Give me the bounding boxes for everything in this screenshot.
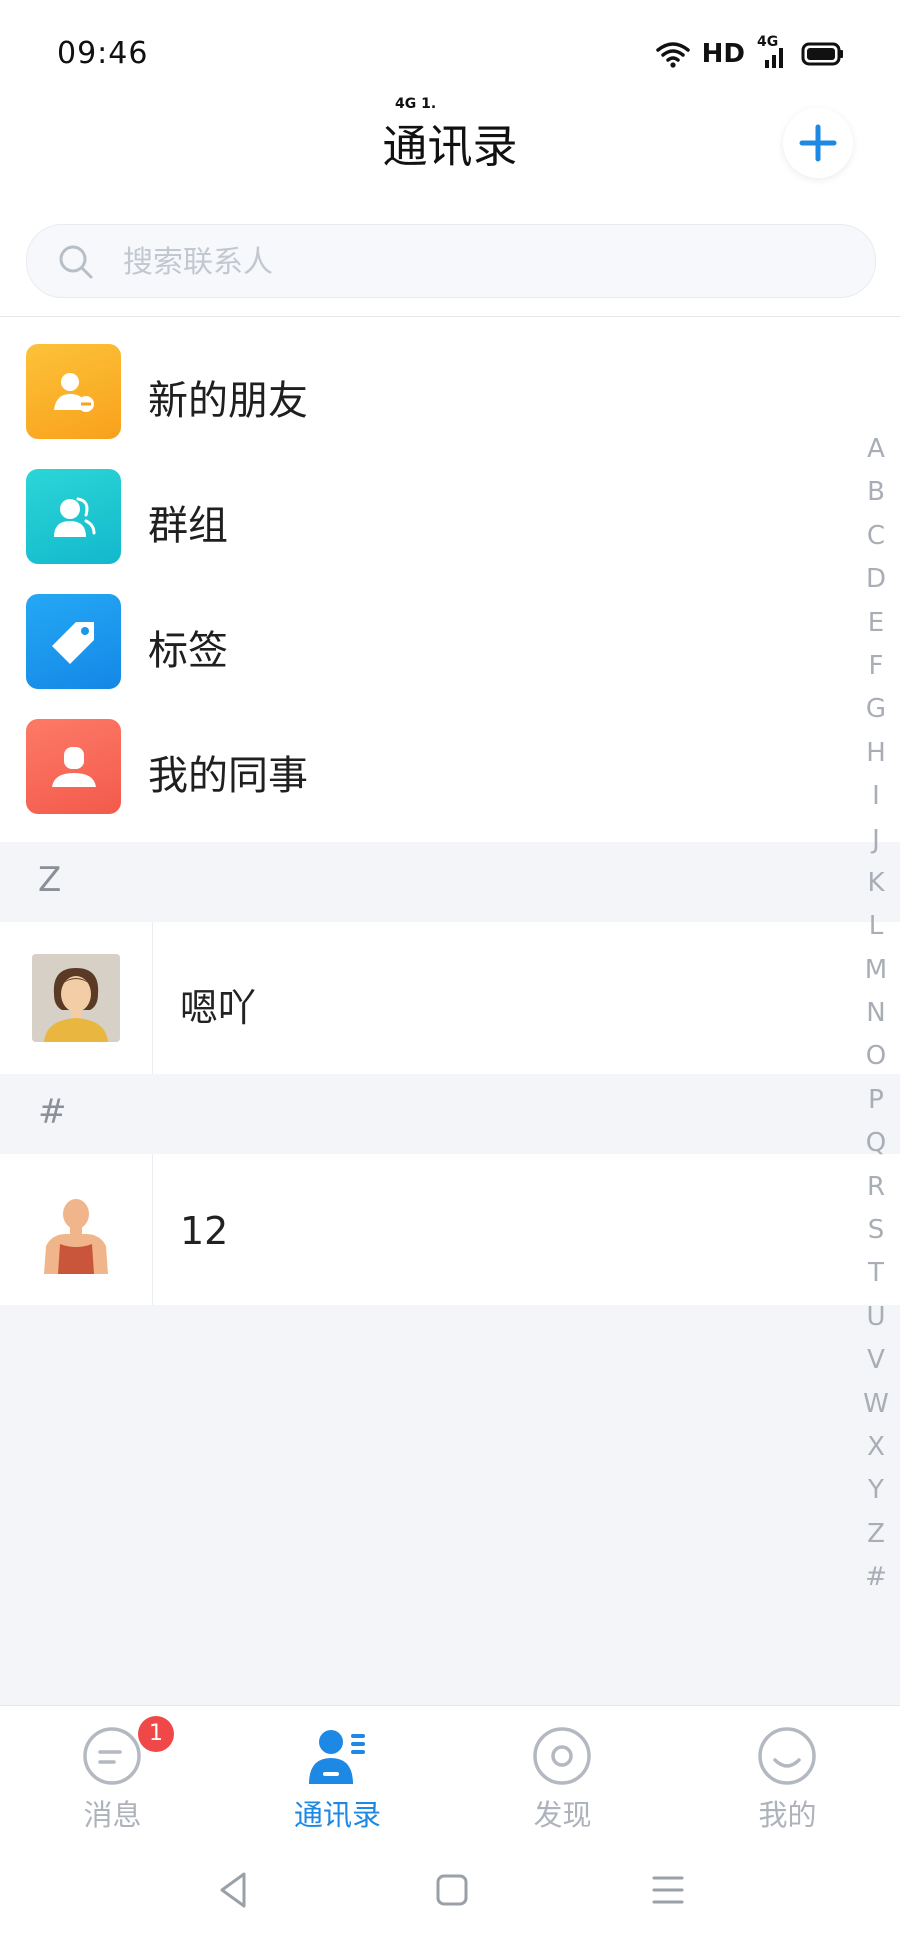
new-friends-label: 新的朋友 [148,378,308,424]
index-letter[interactable]: # [865,1556,887,1599]
index-letter[interactable]: R [867,1166,885,1209]
index-letter[interactable]: Q [866,1122,886,1165]
new-friend-icon [26,344,121,439]
search-input[interactable] [121,225,825,299]
section-letter: # [38,1092,67,1132]
search-icon [59,245,93,279]
contacts-icon [309,1730,365,1784]
home-icon[interactable] [432,1870,472,1910]
back-icon[interactable] [214,1870,254,1910]
groups-label: 群组 [148,503,228,549]
avatar [32,1186,120,1274]
group-icon [26,469,121,564]
status-indicators: HD 4G [655,34,845,72]
search-bar[interactable] [26,224,876,299]
index-letter[interactable]: J [872,819,880,862]
index-letter[interactable]: U [866,1296,885,1339]
discover-icon [533,1727,591,1785]
colleagues-label: 我的同事 [148,753,308,799]
status-time: 09:46 [57,36,149,71]
alphabet-index-bar[interactable]: A B C D E F G H I J K L M N O P Q R S T … [858,428,894,1600]
index-letter[interactable]: E [868,602,884,645]
contact-divider [152,1154,153,1306]
index-letter[interactable]: O [866,1035,886,1078]
tag-icon [26,594,121,689]
plus-icon [799,124,837,162]
status-bar: 09:46 HD 4G [0,0,900,100]
battery-icon [801,42,843,66]
index-letter[interactable]: F [869,645,884,688]
tab-profile[interactable]: 我的 [675,1706,900,1832]
colleagues-item[interactable]: 我的同事 [0,695,860,820]
index-letter[interactable]: S [868,1209,885,1252]
tab-label: 通讯录 [293,1798,381,1832]
colleague-icon [26,719,121,814]
index-letter[interactable]: C [867,515,885,558]
header-divider [0,316,900,317]
section-letter: Z [38,860,62,900]
index-letter[interactable]: D [866,558,886,601]
avatar [32,954,120,1042]
tab-discover[interactable]: 发现 [450,1706,675,1832]
index-letter[interactable]: V [867,1339,885,1382]
index-letter[interactable]: M [865,949,887,992]
hd-label: HD [701,39,745,69]
tags-label: 标签 [148,628,228,674]
index-letter[interactable]: B [867,471,885,514]
message-icon [83,1727,141,1785]
tab-label: 我的 [758,1798,817,1832]
index-letter[interactable]: A [867,428,885,471]
contact-name: 12 [180,1209,229,1253]
cell-signal-icon: 4G [757,34,789,70]
index-letter[interactable]: G [866,688,886,731]
index-letter[interactable]: N [866,992,885,1035]
index-letter[interactable]: H [866,732,886,775]
tab-label: 消息 [83,1798,142,1832]
add-contact-button[interactable] [783,108,853,178]
index-letter[interactable]: T [868,1252,884,1295]
contact-row[interactable]: 12 [0,1154,900,1306]
unread-badge: 1 [138,1716,174,1752]
bottom-nav: 1 消息 通讯录 发现 我的 [0,1705,900,1832]
index-letter[interactable]: X [867,1426,885,1469]
list-empty-area [0,1305,900,1705]
wifi-icon [655,42,690,68]
index-letter[interactable]: I [872,775,880,818]
index-letter[interactable]: K [867,862,884,905]
index-letter[interactable]: P [868,1079,884,1122]
menu-icon[interactable] [648,1870,688,1910]
section-header-z: Z [0,842,900,922]
index-letter[interactable]: Z [867,1513,885,1556]
new-friends-item[interactable]: 新的朋友 [0,320,860,445]
tab-label: 发现 [533,1798,592,1832]
profile-icon [758,1727,816,1785]
tab-contacts[interactable]: 通讯录 [225,1706,450,1832]
contact-divider [152,922,153,1074]
section-header-hash: # [0,1074,900,1154]
tab-messages[interactable]: 1 消息 [0,1706,225,1832]
index-letter[interactable]: Y [868,1469,884,1512]
groups-item[interactable]: 群组 [0,445,860,570]
index-letter[interactable]: L [869,905,884,948]
page-title: 通讯录 [382,120,518,173]
system-nav-bar [0,1830,900,1950]
tags-item[interactable]: 标签 [0,570,860,695]
index-letter[interactable]: W [863,1383,889,1426]
contact-row[interactable]: 嗯吖 [0,922,900,1074]
contact-name: 嗯吖 [180,986,257,1030]
